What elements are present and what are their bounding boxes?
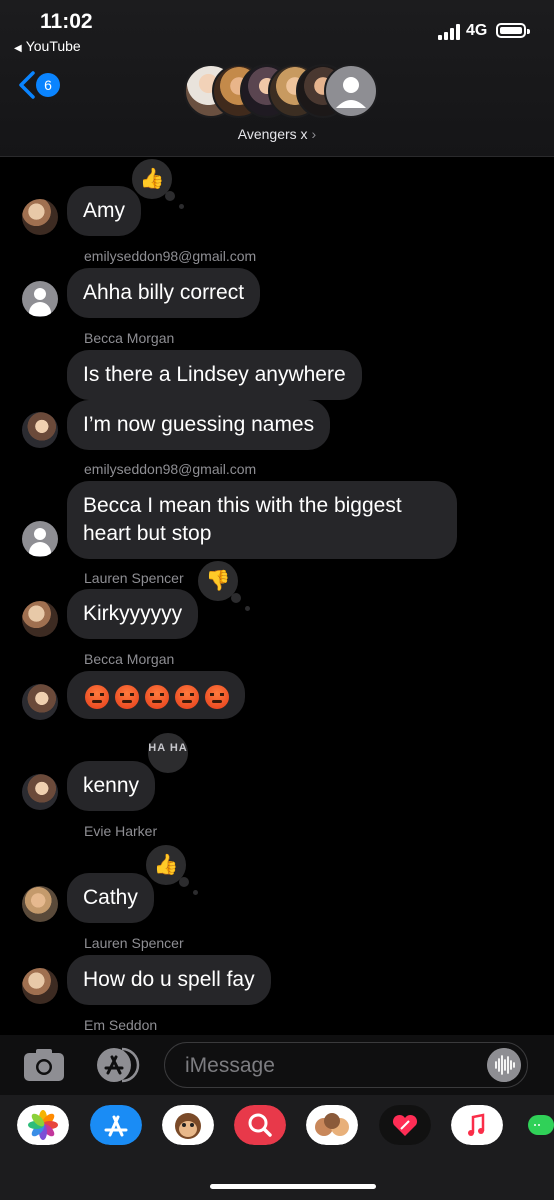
- avatar[interactable]: [22, 968, 58, 1004]
- message-bubble[interactable]: Is there a Lindsey anywhere: [67, 350, 362, 400]
- avatar[interactable]: [22, 281, 58, 317]
- avatar[interactable]: [22, 774, 58, 810]
- unread-count-badge[interactable]: 6: [36, 73, 60, 97]
- sender-name: Evie Harker: [84, 823, 158, 839]
- sender-name: Lauren Spencer: [84, 935, 184, 951]
- search-images-icon[interactable]: [234, 1105, 286, 1145]
- message-bubble[interactable]: I’m now guessing names: [67, 400, 331, 450]
- pouting-face-emoji: [115, 685, 139, 710]
- sender-name: Becca Morgan: [84, 330, 175, 346]
- avatar[interactable]: [22, 199, 58, 235]
- pouting-face-emoji: [205, 685, 229, 710]
- avatar[interactable]: [22, 684, 58, 720]
- home-indicator[interactable]: [210, 1184, 376, 1189]
- sender-name: Em Seddon: [84, 1017, 158, 1033]
- group-name[interactable]: Avengers x ›: [0, 126, 554, 142]
- message-bubble[interactable]: [67, 671, 245, 719]
- avatar[interactable]: [22, 412, 58, 448]
- group-member-avatar-default: [324, 64, 378, 118]
- more-icon[interactable]: [528, 1105, 554, 1145]
- monkey-memoji-icon[interactable]: [162, 1105, 214, 1145]
- back-to-app-link[interactable]: ◀ YouTube: [14, 38, 81, 54]
- avatar[interactable]: [22, 601, 58, 637]
- network-type: 4G: [466, 22, 488, 39]
- thumbs-down-tapback-icon[interactable]: 👎: [196, 559, 250, 611]
- pouting-face-emoji: [85, 685, 109, 710]
- memoji-stickers-icon[interactable]: [306, 1105, 358, 1145]
- message-bubble[interactable]: Cathy: [67, 873, 154, 923]
- message-bubble[interactable]: Ahha billy correct: [67, 268, 261, 318]
- back-chevron-icon[interactable]: [16, 70, 38, 100]
- camera-icon[interactable]: [22, 1047, 66, 1083]
- pouting-face-emoji: [145, 685, 169, 710]
- group-name-label: Avengers x: [237, 126, 308, 142]
- thumbs-up-tapback-icon[interactable]: 👍: [144, 843, 198, 895]
- status-time: 11:02: [40, 10, 93, 33]
- music-icon[interactable]: [451, 1105, 503, 1145]
- back-triangle-icon: ◀: [14, 43, 22, 54]
- message-bubble[interactable]: Becca I mean this with the biggest heart…: [67, 481, 457, 559]
- signal-strength-icon: [438, 24, 462, 40]
- digital-touch-icon[interactable]: [379, 1105, 431, 1145]
- message-bubble[interactable]: How do u spell fay: [67, 955, 271, 1005]
- haha-tapback-icon[interactable]: HA HA: [146, 731, 190, 775]
- message-bubble[interactable]: Amy: [67, 186, 141, 236]
- back-app-label: YouTube: [25, 38, 81, 54]
- sender-name: Lauren Spencer: [84, 570, 184, 586]
- sender-name: emilyseddon98@gmail.com: [84, 248, 257, 264]
- message-bubble[interactable]: kenny: [67, 761, 156, 811]
- message-composer: [0, 1035, 554, 1095]
- sender-name: emilyseddon98@gmail.com: [84, 461, 257, 477]
- chevron-right-icon: ›: [311, 126, 317, 142]
- audio-waveform-icon[interactable]: [487, 1048, 521, 1082]
- pouting-face-emoji: [175, 685, 199, 710]
- message-thread[interactable]: 👍 Amy emilyseddon98@gmail.com Ahha billy…: [0, 157, 554, 1035]
- avatar[interactable]: [22, 886, 58, 922]
- avatar[interactable]: [22, 521, 58, 557]
- photos-icon[interactable]: [17, 1105, 69, 1145]
- sender-name: Becca Morgan: [84, 651, 175, 667]
- conversation-header: 11:02 ◀ YouTube 4G 6 Avengers x ›: [0, 0, 554, 157]
- battery-icon: [496, 23, 530, 38]
- imessage-field[interactable]: [164, 1042, 528, 1088]
- app-store-drawer-icon[interactable]: [92, 1045, 140, 1085]
- message-bubble[interactable]: Kirkyyyyyy: [67, 589, 199, 639]
- group-avatars[interactable]: [184, 64, 378, 120]
- app-store-icon[interactable]: [90, 1105, 142, 1145]
- message-input[interactable]: [183, 1053, 477, 1079]
- status-bar: 11:02 ◀ YouTube 4G: [0, 0, 554, 60]
